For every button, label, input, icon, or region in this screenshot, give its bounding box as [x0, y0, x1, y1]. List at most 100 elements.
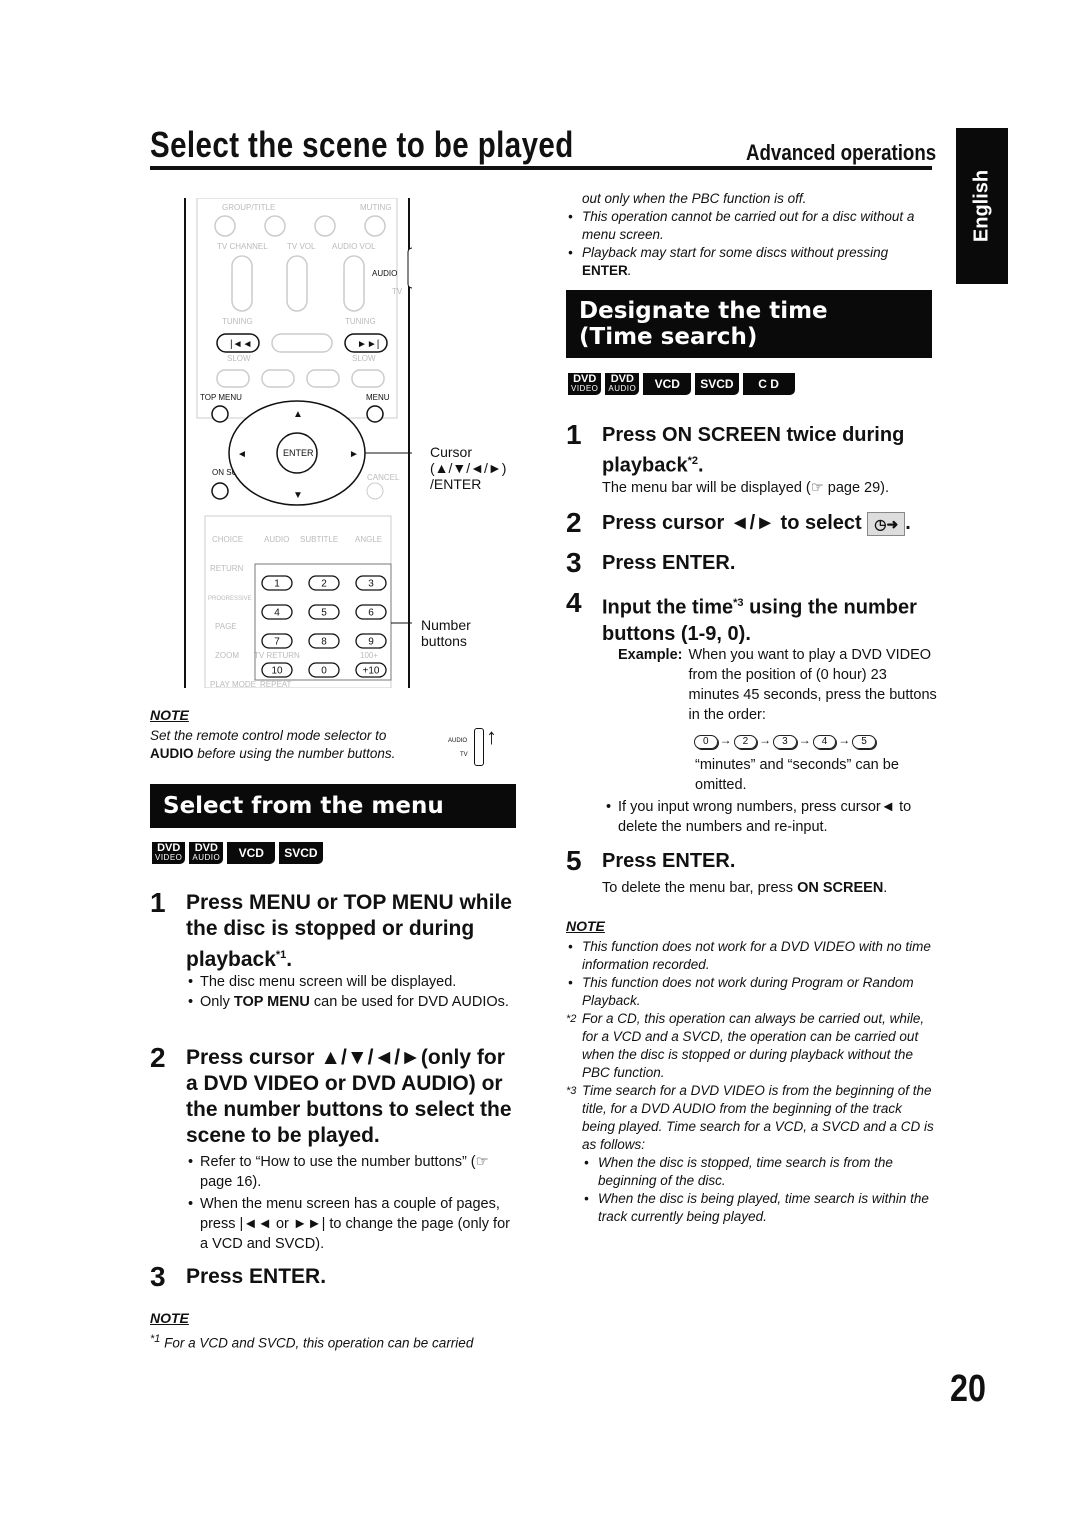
number-button-label: 2: [321, 579, 327, 590]
badge-svcd: SVCD: [695, 373, 739, 395]
number-button-label: 9: [368, 637, 374, 648]
number-button-7[interactable]: 7: [261, 633, 293, 649]
disc-badges-time-search: DVD VIDEO DVD AUDIO VCD SVCD C D: [568, 373, 795, 395]
number-button-label: 4: [274, 608, 280, 619]
muting-button: [364, 215, 386, 237]
number-callout: Number buttons: [421, 617, 471, 649]
label-angle: ANGLE: [355, 535, 382, 544]
cursor-left-icon: ◄: [237, 449, 247, 460]
label-tuning-minus: TUNING: [222, 317, 253, 326]
return-button: [314, 215, 336, 237]
time-step-5-sub: To delete the menu bar, press ON SCREEN.: [602, 880, 888, 896]
fast-forward-button: [351, 369, 385, 388]
time-step-1-sub: The menu bar will be displayed (☞ page 2…: [602, 480, 890, 496]
section-heading-select-menu: Select from the menu: [150, 784, 516, 828]
label-slow-minus: SLOW: [227, 354, 251, 363]
key-5: 5: [852, 735, 876, 749]
number-button-6[interactable]: 6: [355, 604, 387, 620]
label-repeat: REPEAT: [260, 680, 292, 688]
number-button-5[interactable]: 5: [308, 604, 340, 620]
menu-step-1: 1 Press MENU or TOP MENU while the disc …: [150, 887, 512, 972]
example-key-sequence: 0 → 2 → 3 → 4 → 5: [692, 731, 878, 749]
label-tv-return: TV RETURN: [254, 651, 300, 660]
mode-selector-icon: AUDIO TV ↑: [448, 724, 498, 768]
number-button-label: 7: [274, 637, 280, 648]
tv-vol-rocker: [286, 255, 308, 312]
number-pad: 1 2 34 5 67 8 910 0 +10: [261, 575, 387, 678]
footnote-1: *1 For a VCD and SVCD, this operation ca…: [150, 1333, 474, 1351]
previous-icon: |◄◄: [230, 339, 252, 350]
number-button-0[interactable]: 0: [308, 662, 340, 678]
menu-step-2: 2 Press cursor ▲/▼/◄/►(only for a DVD VI…: [150, 1042, 512, 1148]
footnote-3: *3 Time search for a DVD VIDEO is from th…: [566, 1083, 934, 1152]
disc-badges-select-menu: DVD VIDEO DVD AUDIO VCD SVCD: [152, 842, 323, 864]
number-button-2[interactable]: 2: [308, 575, 340, 591]
time-step-3: 3 Press ENTER.: [566, 547, 736, 578]
badge-dvd-audio: DVD AUDIO: [605, 373, 640, 395]
cursor-callout-line-3: /ENTER: [430, 476, 482, 492]
example-label: Example: [618, 647, 678, 663]
label-top-menu: TOP MENU: [200, 393, 242, 402]
label-subtitle: SUBTITLE: [300, 535, 338, 544]
note-heading: NOTE: [566, 918, 605, 934]
time-step-1: 1 Press ON SCREEN twice during playback*…: [566, 419, 905, 477]
label-slow-plus: SLOW: [352, 354, 376, 363]
skip-back-button: [214, 215, 236, 237]
page-title: Select the scene to be played: [150, 124, 574, 165]
language-tab: English: [956, 128, 1008, 284]
label-play-mode: PLAY MODE: [210, 680, 256, 688]
menu-button: [366, 405, 384, 423]
top-menu-button: [211, 405, 229, 423]
play-button: [271, 333, 333, 353]
audio-vol-rocker: [343, 255, 365, 312]
bullet: When the menu screen has a couple of pag…: [186, 1194, 516, 1254]
bullet: If you input wrong numbers, press cursor…: [604, 797, 939, 837]
arrow-right-icon: →: [838, 733, 851, 747]
label-100-plus: 100+: [360, 651, 378, 660]
menu-step-2-bullets: Refer to “How to use the number buttons”…: [186, 1152, 516, 1254]
label-tv-vol: TV VOL: [287, 242, 316, 251]
badge-dvd-audio: DVD AUDIO: [189, 842, 224, 864]
header-rule: [150, 166, 932, 170]
number-button-4[interactable]: 4: [261, 604, 293, 620]
number-button-label: 0: [321, 666, 327, 677]
note-bold-audio: AUDIO: [150, 746, 194, 761]
number-callout-line-2: buttons: [421, 633, 467, 649]
arrow-right-icon: →: [759, 733, 772, 747]
clock-arrow-icon: ◷➜: [867, 511, 906, 536]
label-audio-vol: AUDIO VOL: [332, 242, 376, 251]
note-menu-footnote: NOTE *1 For a VCD and SVCD, this operati…: [150, 1310, 530, 1353]
label-choice: CHOICE: [212, 535, 243, 544]
sub-bullet: • When the disc is being played, time sea…: [584, 1191, 929, 1224]
label-progressive: PROGRESSIVE: [208, 596, 252, 602]
number-button-label: 3: [368, 579, 374, 590]
footnote-2: *2 For a CD, this operation can always be…: [566, 1011, 925, 1080]
badge-vcd: VCD: [227, 842, 276, 864]
label-cancel: CANCEL: [367, 473, 400, 482]
pause-button: [306, 369, 340, 388]
number-button-label: +10: [363, 666, 380, 677]
menu-step-1-bullets: The disc menu screen will be displayed. …: [186, 972, 516, 1012]
number-button-8[interactable]: 8: [308, 633, 340, 649]
time-step-5: 5 Press ENTER.: [566, 845, 736, 876]
sub-bullet: • When the disc is stopped, time search i…: [584, 1155, 893, 1188]
arrow-up-icon: ↑: [486, 724, 497, 749]
number-button-3[interactable]: 3: [355, 575, 387, 591]
label-zoom: ZOOM: [215, 651, 239, 660]
bullet: This operation cannot be carried out for…: [566, 208, 936, 244]
cursor-callout-line-1: Cursor: [430, 444, 473, 460]
mode-selector-switch: [407, 247, 419, 289]
number-button-10[interactable]: 10: [261, 662, 293, 678]
number-button-9[interactable]: 9: [355, 633, 387, 649]
key-0: 0: [694, 735, 718, 749]
number-button-plus10[interactable]: +10: [355, 662, 387, 678]
badge-dvd-video: DVD VIDEO: [568, 373, 602, 395]
badge-svcd: SVCD: [279, 842, 323, 864]
note-heading: NOTE: [150, 707, 189, 723]
page-number: 20: [950, 1368, 986, 1410]
example-text: When you want to play a DVD VIDEO from t…: [688, 647, 937, 723]
on-screen-button: [211, 482, 229, 500]
label-tv-channel: TV CHANNEL: [217, 242, 268, 251]
number-button-1[interactable]: 1: [261, 575, 293, 591]
arrow-right-icon: →: [719, 733, 732, 747]
